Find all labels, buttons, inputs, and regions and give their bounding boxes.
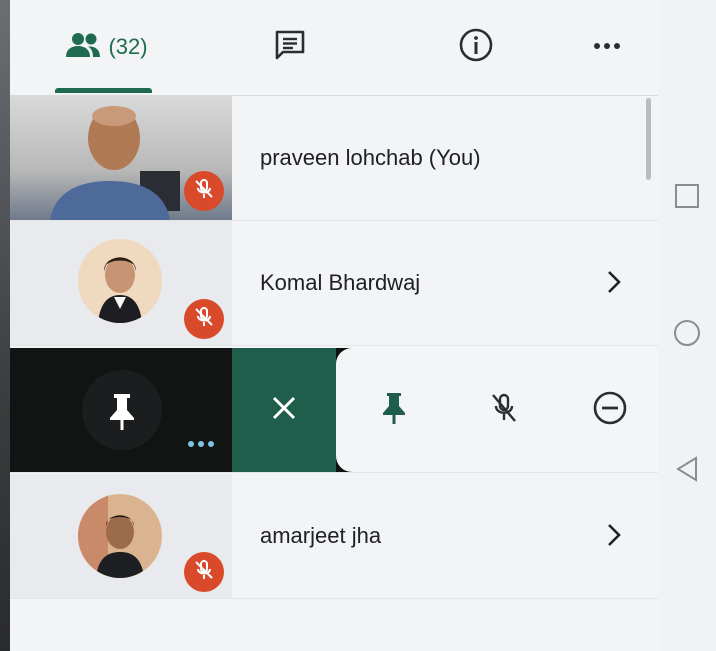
more-dots-icon bbox=[592, 38, 622, 56]
pin-button[interactable] bbox=[374, 390, 414, 430]
participant-video-thumbnail bbox=[10, 348, 232, 472]
close-icon bbox=[270, 394, 298, 427]
chat-icon bbox=[273, 28, 307, 67]
system-nav-bar bbox=[658, 0, 716, 651]
participant-row[interactable]: Komal Bhardwaj bbox=[10, 221, 658, 346]
recents-button[interactable] bbox=[672, 183, 702, 213]
tab-chat[interactable] bbox=[268, 22, 312, 72]
participants-count: (32) bbox=[108, 34, 148, 59]
muted-badge bbox=[184, 299, 224, 339]
square-icon bbox=[674, 183, 700, 214]
mute-participant-button[interactable] bbox=[484, 390, 524, 430]
avatar bbox=[78, 494, 162, 578]
mic-off-icon bbox=[193, 306, 215, 333]
pin-icon bbox=[381, 391, 407, 430]
people-icon bbox=[66, 31, 102, 64]
mic-off-icon bbox=[489, 392, 519, 429]
tab-bar: (32) bbox=[10, 0, 658, 96]
participant-row[interactable]: amarjeet jha bbox=[10, 474, 658, 599]
participant-avatar-area bbox=[10, 221, 232, 345]
participant-name: amarjeet jha bbox=[260, 523, 382, 548]
active-tab-indicator bbox=[55, 88, 152, 93]
avatar bbox=[78, 239, 162, 323]
tab-participants[interactable]: (32) bbox=[52, 22, 162, 72]
pin-icon bbox=[104, 392, 140, 437]
more-dots-icon[interactable] bbox=[186, 436, 216, 454]
tab-more-options[interactable] bbox=[585, 22, 629, 72]
participant-avatar-area bbox=[10, 474, 232, 598]
participant-video-thumbnail bbox=[10, 96, 232, 220]
home-button[interactable] bbox=[672, 318, 702, 353]
chevron-right-icon[interactable] bbox=[606, 269, 622, 300]
close-actions-button[interactable] bbox=[232, 348, 336, 472]
info-icon bbox=[458, 27, 494, 68]
participants-panel: (32) praveen lohchab (You) Komal Bhardwa… bbox=[10, 0, 658, 651]
participant-name: Komal Bhardwaj bbox=[260, 270, 421, 295]
back-button[interactable] bbox=[672, 455, 702, 488]
muted-badge bbox=[184, 171, 224, 211]
participant-row[interactable]: praveen lohchab (You) bbox=[10, 96, 658, 221]
remove-participant-button[interactable] bbox=[590, 390, 630, 430]
participant-name: praveen lohchab (You) bbox=[260, 145, 481, 170]
mic-off-icon bbox=[193, 178, 215, 205]
participant-action-tray bbox=[336, 348, 658, 472]
circle-icon bbox=[672, 318, 702, 353]
scrollbar[interactable] bbox=[646, 98, 651, 180]
tab-info[interactable] bbox=[454, 22, 498, 72]
chevron-right-icon[interactable] bbox=[606, 522, 622, 553]
muted-badge bbox=[184, 552, 224, 592]
triangle-back-icon bbox=[674, 455, 700, 488]
mic-off-icon bbox=[193, 559, 215, 586]
participant-row-actions-open[interactable] bbox=[10, 348, 658, 473]
background-edge bbox=[0, 0, 10, 651]
remove-circle-icon bbox=[592, 390, 628, 431]
